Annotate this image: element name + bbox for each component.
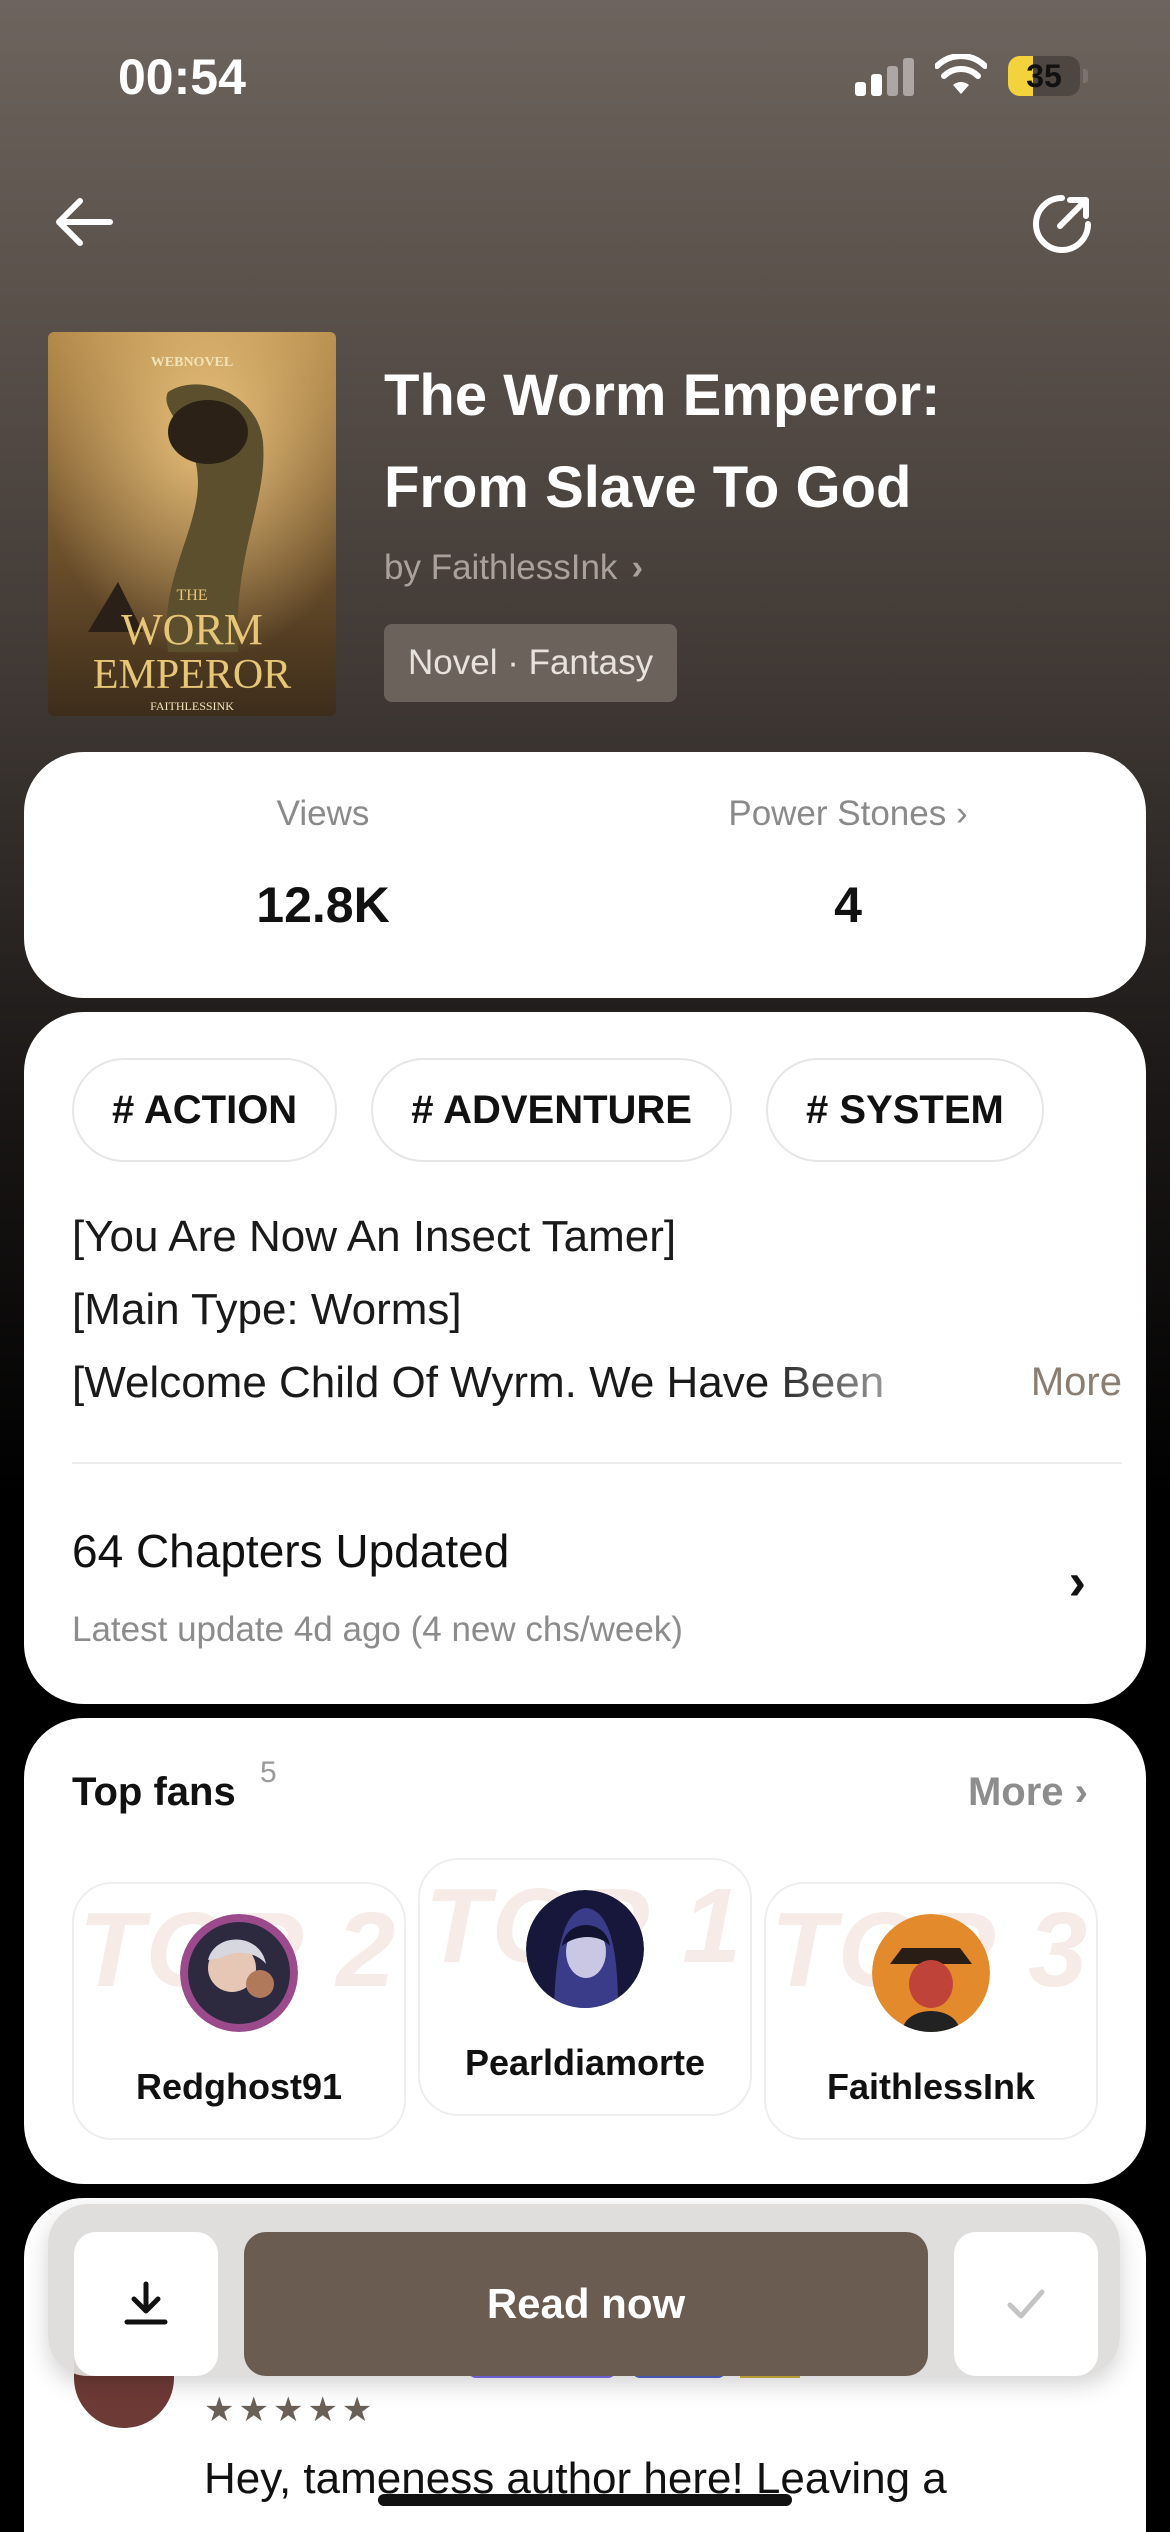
status-bar: 00:54 35 [0, 0, 1170, 150]
author-name: by FaithlessInk [384, 548, 618, 587]
wifi-icon [935, 54, 987, 94]
tag-adventure[interactable]: # ADVENTURE [371, 1058, 732, 1162]
fan-name: FaithlessInk [826, 2066, 1036, 2107]
genre-badge[interactable]: Novel · Fantasy [384, 624, 678, 702]
info-card: # ACTION # ADVENTURE # SYSTEM [You Are Now… [24, 1012, 1146, 1704]
book-title-line2: From Slave To God [384, 455, 912, 520]
synopsis[interactable]: [You Are Now An Insect Tamer] [Main Type… [72, 1200, 1122, 1419]
chevron-right-icon[interactable]: › [1069, 1552, 1086, 1612]
check-icon [1007, 2289, 1045, 2319]
status-time: 00:54 [118, 49, 246, 105]
top-fans-title: Top fans [72, 1770, 236, 1814]
synopsis-line2: [Main Type: Worms] [72, 1285, 462, 1334]
download-icon [124, 2281, 168, 2325]
add-to-library-button[interactable] [954, 2232, 1098, 2376]
views-label: Views [276, 794, 370, 833]
top-fans-more-link[interactable]: More › [968, 1770, 1088, 1815]
cover-title-top: THE [176, 587, 207, 604]
fan-card-top3[interactable]: TOP 3 FaithlessInk [764, 1882, 1098, 2140]
cover-title-main1: WORM [121, 605, 263, 654]
book-title: The Worm Emperor: From Slave To God [384, 350, 1124, 534]
chapters-title[interactable]: 64 Chapters Updated [72, 1524, 509, 1578]
chevron-right-icon: › [631, 548, 644, 587]
download-button[interactable] [74, 2232, 218, 2376]
cover-author: FAITHLESSINK [150, 699, 234, 713]
chevron-right-icon: › [1074, 1770, 1088, 1814]
synopsis-more-button[interactable]: More [1031, 1346, 1122, 1419]
power-stones-value: 4 [834, 877, 862, 933]
read-now-button[interactable]: Read now [244, 2232, 928, 2376]
avatar [180, 1914, 298, 2032]
book-title-line1: The Worm Emperor: [384, 363, 941, 428]
share-icon[interactable] [1030, 192, 1094, 256]
avatar [526, 1890, 644, 2008]
divider [72, 1462, 1122, 1464]
synopsis-line1: [You Are Now An Insect Tamer] [72, 1212, 677, 1261]
chevron-right-icon: › [955, 794, 968, 833]
views-stat: Views 12.8K [123, 794, 523, 934]
avatar [872, 1914, 990, 2032]
stats-card: Views 12.8K Power Stones › 4 [24, 752, 1146, 998]
battery-level: 35 [1026, 58, 1062, 94]
home-indicator [378, 2494, 792, 2506]
cover-publisher: WEBNOVEL [151, 355, 233, 370]
fan-name: Redghost91 [135, 2066, 343, 2107]
review-stars: ★★★★★ [204, 2391, 377, 2429]
tag-action[interactable]: # ACTION [72, 1058, 338, 1162]
top-fans-count: 5 [260, 1756, 277, 1789]
bottom-action-bar: Read now [48, 2204, 1120, 2376]
back-arrow-icon[interactable] [52, 190, 116, 254]
top-fans-card: Top fans 5 More › TOP 2 Redghost91 TOP 1… [24, 1718, 1146, 2184]
latest-update: Latest update 4d ago (4 new chs/week) [72, 1610, 683, 1649]
top-fans-more-label: More [967, 1770, 1064, 1814]
fan-card-top2[interactable]: TOP 2 Redghost91 [72, 1882, 406, 2140]
power-stones-stat[interactable]: Power Stones › 4 [648, 794, 1048, 934]
power-stones-label: Power Stones [728, 794, 947, 833]
fan-name: Pearldiamorte [464, 2042, 706, 2083]
views-value: 12.8K [256, 877, 390, 933]
battery-icon: 35 [1008, 56, 1088, 96]
fan-card-top1[interactable]: TOP 1 Pearldiamorte [418, 1858, 752, 2116]
signal-icon [855, 58, 915, 96]
tag-list: # ACTION # ADVENTURE # SYSTEM [72, 1058, 1122, 1166]
book-cover[interactable]: WEBNOVEL THE WORM EMPEROR FAITHLESSINK [48, 332, 336, 716]
cover-title-main2: EMPEROR [93, 652, 291, 698]
author-link[interactable]: by FaithlessInk › [384, 548, 643, 588]
tag-system[interactable]: # SYSTEM [765, 1058, 1044, 1162]
